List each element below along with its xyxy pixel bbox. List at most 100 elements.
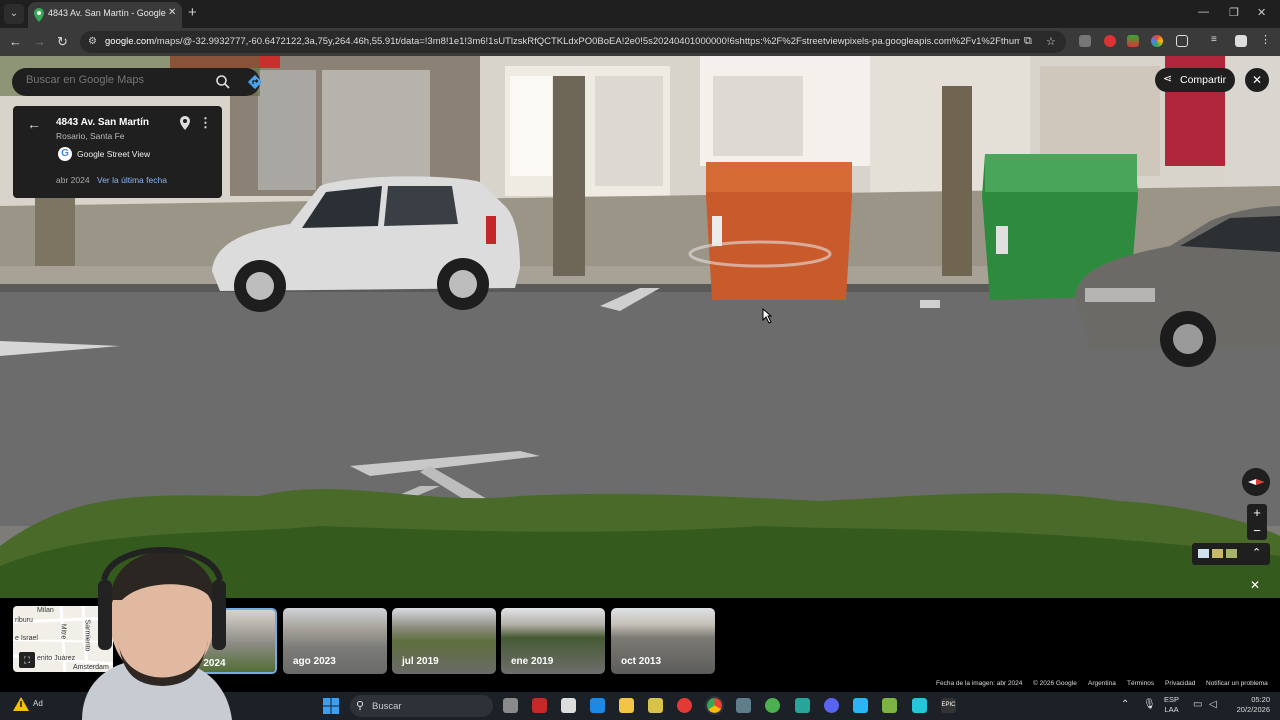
timeline-thumbnail[interactable]: oct 2013	[611, 608, 715, 674]
forward-icon[interactable]: →	[33, 34, 46, 49]
chrome-icon[interactable]	[705, 696, 724, 715]
webcam-overlay	[82, 547, 232, 720]
timeline-thumbnail[interactable]: ago 2023	[283, 608, 387, 674]
extension-flag-icon[interactable]	[1127, 35, 1139, 47]
mail-icon[interactable]	[590, 698, 605, 713]
language-indicator[interactable]: ESP LAA	[1164, 695, 1179, 715]
app-yellow-icon[interactable]	[648, 698, 663, 713]
notes-icon[interactable]	[795, 698, 810, 713]
browser-tab-bar: ⌄ 4843 Av. San Martín - Google M ✕ + — ❐…	[0, 0, 1280, 28]
layers-control[interactable]: ⌃	[1192, 543, 1270, 565]
tab-title: 4843 Av. San Martín - Google M	[48, 8, 166, 18]
extension-glasses-icon[interactable]	[1079, 35, 1091, 47]
restore-icon[interactable]: ❐	[1229, 6, 1239, 19]
place-address: 4843 Av. San Martín	[56, 117, 149, 128]
browser-tab[interactable]: 4843 Av. San Martín - Google M ✕	[28, 2, 182, 28]
mouse-cursor-icon	[762, 308, 772, 324]
thumbnail-date: ene 2019	[511, 656, 554, 667]
share-icon: ⋖	[1163, 73, 1173, 85]
google-logo-icon: G	[58, 147, 72, 161]
minimize-icon[interactable]: —	[1198, 6, 1209, 18]
volume-icon[interactable]: ◁	[1209, 699, 1217, 710]
back-arrow-icon[interactable]: ←	[27, 116, 41, 132]
place-info-card: ← 4843 Av. San Martín Rosario, Santa Fe …	[13, 106, 222, 198]
location-pin-icon[interactable]	[179, 116, 191, 130]
extension-red-icon[interactable]	[1104, 35, 1116, 47]
timeline-thumbnail[interactable]: jul 2019	[392, 608, 496, 674]
keyboard-layout: LAA	[1164, 705, 1179, 714]
search-input[interactable]	[26, 74, 196, 86]
media-control-icon[interactable]: ≡	[1211, 34, 1223, 46]
thumbnail-date: ago 2023	[293, 656, 336, 667]
network-icon[interactable]: ▭	[1193, 699, 1202, 710]
close-street-view-icon[interactable]: ✕	[1245, 68, 1269, 92]
capture-date: abr 2024	[56, 175, 90, 185]
compass-icon[interactable]	[1242, 468, 1270, 496]
share-label: Compartir	[1180, 74, 1227, 86]
app-controller-icon[interactable]	[736, 698, 751, 713]
taskbar-search-icon: ⚲	[356, 700, 365, 712]
report-problem-link[interactable]: Notificar un problema	[1206, 680, 1268, 687]
expand-up-icon[interactable]: ⌃	[1252, 546, 1261, 559]
privacy-link[interactable]: Privacidad	[1165, 680, 1195, 687]
url-text: google.com/maps/@-32.9932777,-60.6472122…	[105, 36, 1020, 47]
close-timeline-icon[interactable]: ✕	[1250, 578, 1260, 592]
tray-chevron-icon[interactable]: ⌃	[1121, 699, 1129, 710]
layer-map-icon[interactable]	[1198, 549, 1209, 558]
clock[interactable]: 05:20 20/2/2026	[1226, 695, 1270, 715]
task-view-icon[interactable]	[503, 698, 518, 713]
url-domain: google.com	[105, 36, 155, 47]
install-app-icon[interactable]: ⧉	[1024, 35, 1032, 48]
reload-icon[interactable]: ↻	[57, 34, 68, 50]
bookmark-star-icon[interactable]: ☆	[1046, 35, 1056, 48]
taskbar-search-label: Buscar	[372, 701, 402, 712]
photos-icon[interactable]	[853, 698, 868, 713]
extension-color-icon[interactable]	[1151, 35, 1163, 47]
maps-search-box[interactable]	[12, 68, 263, 96]
see-latest-date-link[interactable]: Ver la última fecha	[97, 175, 167, 185]
site-info-icon[interactable]: ⚙	[88, 36, 97, 47]
windows-start-icon[interactable]	[323, 698, 339, 714]
discord-icon[interactable]	[824, 698, 839, 713]
thumbnail-date: oct 2013	[621, 656, 662, 667]
browser-menu-icon[interactable]: ⋮	[1260, 33, 1272, 46]
microphone-icon[interactable]: 🎙	[1143, 699, 1156, 710]
copyright-label: © 2026 Google	[1033, 680, 1077, 687]
zoom-in-button[interactable]: +	[1247, 504, 1267, 522]
epic-games-icon[interactable]: EPIC	[941, 698, 956, 713]
share-button[interactable]: ⋖ Compartir	[1155, 68, 1235, 92]
timeline-thumbnail[interactable]: ene 2019	[501, 608, 605, 674]
layer-terrain-icon[interactable]	[1212, 549, 1223, 558]
url-path: /maps/@-32.9932777,-60.6472122,3a,75y,26…	[154, 36, 1020, 47]
place-city: Rosario, Santa Fe	[56, 131, 125, 141]
extensions-puzzle-icon[interactable]	[1176, 35, 1188, 47]
clock-time: 05:20	[1251, 695, 1270, 704]
address-bar[interactable]: ⚙ google.com/maps/@-32.9932777,-60.64721…	[80, 31, 1066, 53]
android-icon[interactable]	[882, 698, 897, 713]
more-options-icon[interactable]: ⋮	[199, 115, 212, 131]
google-maps-pin-icon	[34, 8, 44, 22]
thumbnail-date: jul 2019	[402, 656, 439, 667]
search-icon[interactable]	[215, 74, 231, 90]
layer-satellite-icon[interactable]	[1226, 549, 1237, 558]
tab-close-icon[interactable]: ✕	[168, 7, 176, 18]
media-player-icon[interactable]	[677, 698, 692, 713]
terms-link[interactable]: Términos	[1127, 680, 1154, 687]
country-link[interactable]: Argentina	[1088, 680, 1116, 687]
store-icon[interactable]	[561, 698, 576, 713]
app-teal-icon[interactable]	[912, 698, 927, 713]
source-label: Google Street View	[77, 149, 151, 159]
zoom-out-button[interactable]: −	[1247, 522, 1267, 540]
taskbar-search[interactable]: ⚲ Buscar	[350, 695, 493, 717]
directions-icon[interactable]	[247, 74, 263, 90]
window-close-icon[interactable]: ✕	[1257, 6, 1266, 19]
new-tab-icon[interactable]: +	[188, 4, 197, 21]
clock-date: 20/2/2026	[1236, 705, 1270, 714]
app-red-icon[interactable]	[532, 698, 547, 713]
profile-avatar-icon[interactable]	[1235, 35, 1247, 47]
browser-toolbar: ← → ↻ ⚙ google.com/maps/@-32.9932777,-60…	[0, 28, 1280, 56]
app-green-icon[interactable]	[765, 698, 780, 713]
file-explorer-icon[interactable]	[619, 698, 634, 713]
back-icon[interactable]: ←	[9, 34, 22, 49]
tab-search-chevron-icon[interactable]: ⌄	[4, 4, 24, 24]
